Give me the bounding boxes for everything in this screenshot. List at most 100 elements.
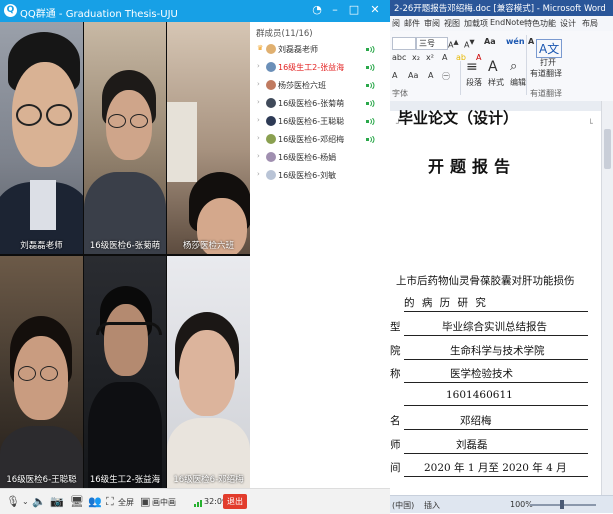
fullscreen-icon[interactable]: ⛶ — [106, 495, 114, 509]
chevron-right-icon: › — [257, 152, 260, 160]
avatar — [266, 44, 276, 54]
field-label: 院 — [390, 345, 401, 357]
camera-icon[interactable]: 📷 — [50, 495, 64, 508]
tab-design[interactable]: 设计 — [560, 18, 576, 29]
member-count-header: 群成员(11/16) — [256, 29, 313, 39]
field-label: 名 — [390, 415, 401, 427]
dropdown-chevron-icon[interactable]: ⌄ — [22, 497, 29, 506]
exit-call-button[interactable]: 退出 — [223, 494, 247, 509]
member-name: 16级生工2-张益海 — [278, 63, 345, 72]
zoom-slider-thumb[interactable] — [560, 500, 564, 509]
member-name: 16级医检6-王聪聪 — [278, 117, 345, 126]
shading-icon[interactable]: A — [428, 71, 433, 80]
video-tile-student[interactable]: 16级医检6-张菊萌 — [84, 22, 166, 254]
paragraph-label[interactable]: 段落 — [466, 77, 482, 88]
youdao-translate-icon[interactable]: A文 — [536, 39, 563, 58]
field-value: 医学检验技术 — [450, 368, 513, 380]
tab-review-partial[interactable]: 阅 — [392, 18, 400, 29]
tab-review[interactable]: 审阅 — [424, 18, 440, 29]
field-label: 型 — [390, 321, 401, 333]
pip-label[interactable]: 画中画 — [152, 497, 176, 508]
close-icon[interactable]: ✕ — [368, 3, 382, 17]
field-value: 刘磊磊 — [456, 439, 488, 451]
avatar — [266, 62, 276, 72]
font-size-box[interactable]: 三号 — [416, 37, 448, 50]
video-tile-teacher[interactable]: 刘磊磊老师 — [0, 22, 83, 254]
word-status-bar: (中国) 插入 100% — [390, 495, 613, 513]
font-color-alt-icon[interactable]: A — [392, 71, 397, 80]
strike-icon[interactable]: abc — [392, 53, 406, 62]
call-toolbar: 🎙 ⌄ 🔈 📷 🖥 👥 ⛶ 全屏 ▣ 画中画 32:09 退出 — [0, 488, 390, 514]
font-name-box[interactable] — [392, 37, 416, 50]
video-tile-student[interactable]: 16级医检6-邓绍梅 — [167, 256, 250, 488]
document-page[interactable]: 毕业论文（设计） ┘ └ 开题报告 上市后药物仙灵骨葆胶囊对肝功能损伤 的 病 … — [390, 109, 601, 495]
field-value: 1601460611 — [446, 389, 513, 401]
thesis-title-line2: 的 病 历 研 究 — [404, 297, 488, 309]
signal-icon — [194, 504, 196, 507]
speaker-icon — [366, 136, 375, 143]
subscript-icon[interactable]: x₂ — [412, 53, 420, 62]
speaker-icon — [366, 82, 375, 89]
editing-label[interactable]: 编辑 — [510, 77, 526, 88]
member-row[interactable]: › 16级医检6-刘敏 — [250, 169, 390, 183]
skin-icon[interactable]: ◔ — [310, 3, 324, 17]
member-row[interactable]: › 杨莎医检六班 — [250, 79, 390, 93]
video-tile-student[interactable]: 杨莎医检六班 — [167, 22, 250, 254]
superscript-icon[interactable]: x² — [426, 53, 434, 62]
grow-font-icon[interactable]: A▲ — [448, 38, 459, 50]
member-row[interactable]: › 16级医检6-杨娟 — [250, 151, 390, 165]
text-effect-icon[interactable]: A — [442, 53, 447, 62]
open-translate-line2[interactable]: 有道翻译 — [530, 68, 562, 79]
minimize-icon[interactable]: – — [328, 3, 342, 17]
char-border-icon[interactable]: A — [528, 37, 534, 46]
word-title-bar: 2-26开题报告邓绍梅.doc [兼容模式] - Microsoft Word — [390, 0, 613, 16]
microphone-icon[interactable]: 🎙 — [6, 495, 20, 508]
video-tile-student[interactable]: 16级医检6-王聪聪 — [0, 256, 83, 488]
doc-title: 开题报告 — [428, 157, 517, 176]
qq-title-bar: Q QQ群通 - Graduation Thesis-UJU ◔ – □ ✕ — [0, 0, 390, 22]
case-icon[interactable]: Aa — [408, 71, 418, 80]
member-row[interactable]: › 16级医检6-邓绍梅 — [250, 133, 390, 147]
speaker-icon — [366, 64, 375, 71]
scroll-thumb[interactable] — [604, 129, 611, 169]
chevron-right-icon: › — [257, 134, 260, 142]
maximize-icon[interactable]: □ — [347, 3, 361, 17]
avatar — [266, 98, 276, 108]
clear-format-icon[interactable]: Aa — [484, 37, 496, 46]
invite-icon[interactable]: 👥 — [88, 495, 102, 508]
video-tile-student[interactable]: 16级生工2-张益海 — [84, 256, 166, 488]
styles-label[interactable]: 样式 — [488, 77, 504, 88]
editing-icon[interactable]: ⌕ — [510, 59, 517, 74]
pip-icon[interactable]: ▣ — [140, 495, 150, 508]
member-row[interactable]: ♛ 刘磊磊老师 — [250, 43, 390, 57]
styles-icon[interactable]: A — [488, 59, 498, 75]
shrink-font-icon[interactable]: A▼ — [464, 38, 475, 50]
speaker-icon[interactable]: 🔈 — [32, 495, 46, 508]
member-row[interactable]: › 16级医检6-张菊萌 — [250, 97, 390, 111]
circle-char-icon[interactable]: ㊀ — [442, 71, 450, 82]
video-tile-label: 16级医检6-王聪聪 — [6, 475, 77, 485]
tab-endnote[interactable]: EndNote — [490, 18, 524, 27]
signal-icon — [197, 502, 199, 507]
tab-addins[interactable]: 加载项 — [464, 18, 488, 29]
open-translate-line1[interactable]: 打开 — [540, 57, 556, 68]
fullscreen-label[interactable]: 全屏 — [118, 497, 134, 508]
screen-share-icon[interactable]: 🖥 — [70, 495, 84, 508]
member-name: 16级医检6-刘敏 — [278, 171, 337, 180]
member-name: 刘磊磊老师 — [278, 45, 318, 54]
member-row[interactable]: › 16级医检6-王聪聪 — [250, 115, 390, 129]
paragraph-icon[interactable]: ≡ — [466, 59, 478, 75]
tab-view[interactable]: 视图 — [444, 18, 460, 29]
tab-features[interactable]: 特色功能 — [524, 18, 556, 29]
avatar — [266, 134, 276, 144]
insert-mode[interactable]: 插入 — [424, 500, 440, 511]
vertical-scrollbar[interactable] — [601, 101, 613, 495]
tab-mailings[interactable]: 邮件 — [404, 18, 420, 29]
word-window-title: 2-26开题报告邓绍梅.doc [兼容模式] - Microsoft Word — [394, 4, 606, 14]
chevron-right-icon: › — [257, 80, 260, 88]
member-name: 16级医检6-张菊萌 — [278, 99, 345, 108]
member-row[interactable]: › 16级生工2-张益海 — [250, 61, 390, 75]
tab-layout[interactable]: 布局 — [582, 18, 598, 29]
phonetic-icon[interactable]: wén — [506, 37, 525, 46]
chevron-right-icon: › — [257, 62, 260, 70]
